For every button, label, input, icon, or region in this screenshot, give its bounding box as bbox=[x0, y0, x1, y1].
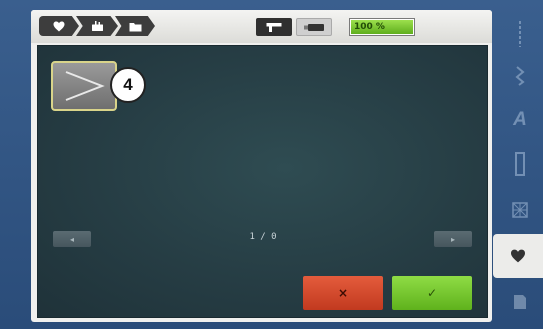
page-indicator: 1 / 0 bbox=[249, 232, 277, 242]
checkmark-icon: ✓ bbox=[426, 286, 438, 300]
content-area: 4 ◂ 1 / 0 ▸ × ✓ bbox=[37, 45, 488, 318]
sewing-machine-icon bbox=[266, 22, 282, 32]
arrow-left-icon: ◂ bbox=[69, 234, 74, 244]
confirm-button[interactable]: ✓ bbox=[392, 276, 472, 310]
sidebar-item-decorative-stitches[interactable] bbox=[497, 54, 543, 98]
breadcrumb-embroidery[interactable] bbox=[76, 16, 118, 36]
memory-icon bbox=[514, 295, 526, 309]
arrow-right-icon: ▸ bbox=[450, 234, 455, 244]
quilt-stitch-icon bbox=[512, 202, 528, 218]
close-icon: × bbox=[337, 286, 349, 300]
stitch-chevron-icon bbox=[65, 71, 105, 101]
breadcrumb-personal-program[interactable] bbox=[39, 16, 79, 36]
sewing-machine-mode-button[interactable] bbox=[256, 18, 292, 36]
cancel-button[interactable]: × bbox=[303, 276, 383, 310]
sidebar-item-practical-stitches[interactable] bbox=[497, 12, 543, 56]
heart-icon bbox=[53, 21, 65, 31]
usb-stick-mode-button[interactable] bbox=[296, 18, 332, 36]
right-sidebar: A bbox=[493, 0, 543, 329]
buttonhole-icon bbox=[515, 152, 525, 176]
sidebar-item-alphabets[interactable]: A bbox=[497, 98, 543, 142]
folder-icon bbox=[129, 22, 141, 31]
next-page-button[interactable]: ▸ bbox=[434, 231, 472, 247]
stitch-tile[interactable] bbox=[51, 61, 117, 111]
stitch-number-badge: 4 bbox=[110, 67, 146, 103]
top-bar: 100 % bbox=[31, 10, 492, 43]
previous-page-button[interactable]: ◂ bbox=[53, 231, 91, 247]
heart-icon bbox=[511, 249, 525, 263]
battery-indicator: 100 % bbox=[349, 18, 415, 36]
breadcrumb-folder[interactable] bbox=[115, 16, 155, 36]
sidebar-item-personal-program[interactable] bbox=[493, 234, 543, 278]
battery-fill: 100 % bbox=[351, 20, 413, 34]
sidebar-item-quilt-stitches[interactable] bbox=[497, 188, 543, 232]
battery-label: 100 % bbox=[354, 22, 385, 32]
main-screen: 100 % 4 ◂ 1 / 0 ▸ × ✓ bbox=[31, 10, 492, 322]
zigzag-stitch-icon bbox=[515, 66, 525, 86]
usb-stick-icon bbox=[304, 23, 324, 31]
sidebar-item-memory[interactable] bbox=[497, 280, 543, 324]
straight-stitch-icon bbox=[519, 21, 521, 47]
alphabet-icon: A bbox=[513, 109, 527, 130]
embroidery-hoop-icon bbox=[91, 21, 103, 31]
sidebar-item-buttonholes[interactable] bbox=[497, 142, 543, 186]
